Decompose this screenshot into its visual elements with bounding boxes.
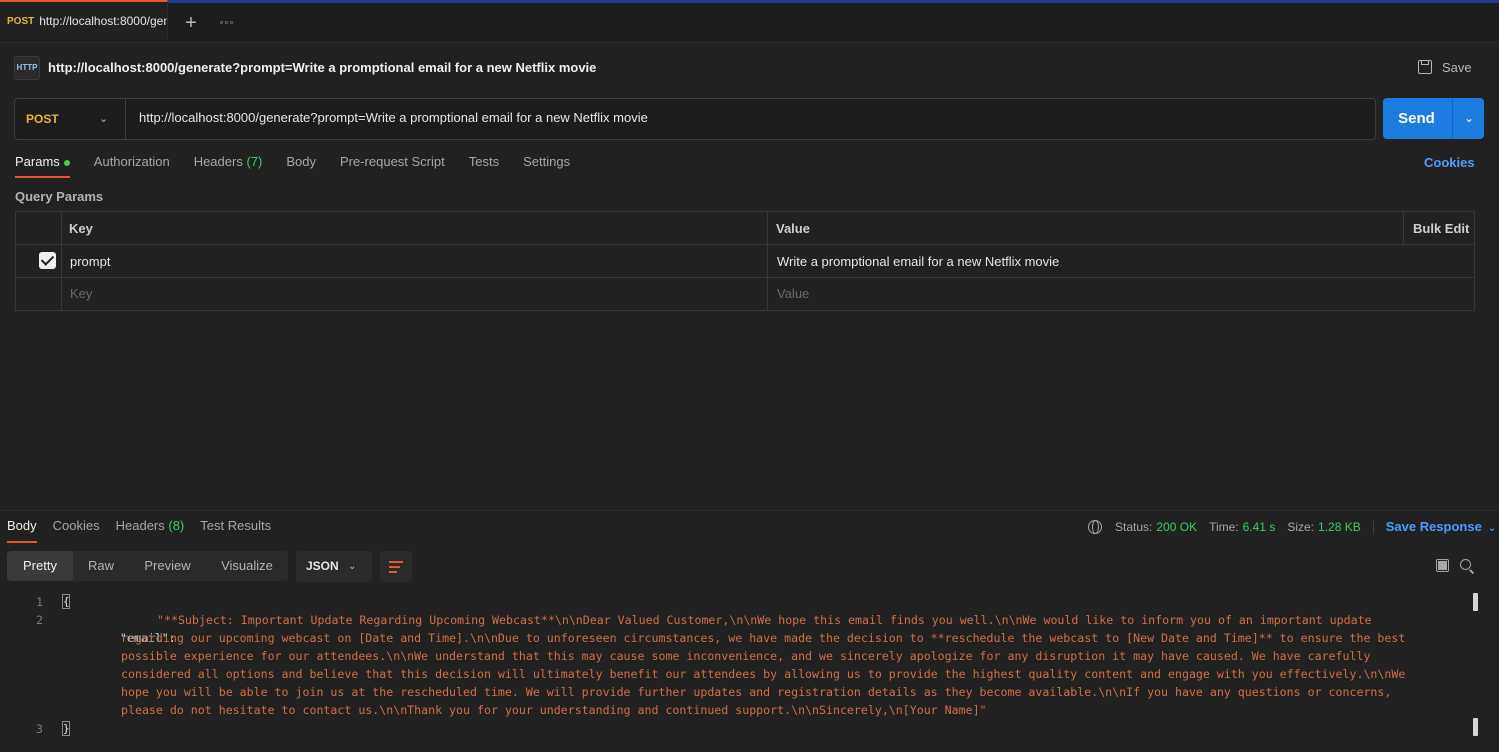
scrollbar-thumb[interactable] bbox=[1473, 718, 1478, 736]
tab-settings[interactable]: Settings bbox=[523, 152, 570, 178]
cookies-link[interactable]: Cookies bbox=[1424, 155, 1475, 170]
response-tab-test-results[interactable]: Test Results bbox=[200, 516, 271, 543]
view-raw[interactable]: Raw bbox=[73, 551, 129, 581]
line-number: 3 bbox=[36, 722, 43, 736]
close-brace[interactable]: } bbox=[62, 721, 70, 736]
new-tab-button[interactable]: + bbox=[180, 9, 202, 37]
scrollbar-thumb[interactable] bbox=[1473, 593, 1478, 611]
json-value-line: considered all options and believe that … bbox=[121, 667, 1406, 681]
tab-params[interactable]: Params bbox=[15, 152, 70, 178]
url-bar: POST ⌄ http://localhost:8000/generate?pr… bbox=[14, 98, 1376, 140]
response-tabs: Body Cookies Headers (8) Test Results bbox=[7, 516, 287, 544]
format-label: JSON bbox=[306, 559, 339, 573]
line-number: 2 bbox=[36, 613, 43, 627]
param-checkbox[interactable] bbox=[39, 252, 56, 269]
response-status-bar: Status: 200 OK Time: 6.41 s Size: 1.28 K… bbox=[1088, 519, 1496, 534]
response-tab-headers[interactable]: Headers (8) bbox=[116, 516, 185, 543]
send-label: Send bbox=[1398, 110, 1435, 127]
view-visualize[interactable]: Visualize bbox=[206, 551, 288, 581]
open-brace[interactable]: { bbox=[62, 594, 70, 609]
url-input[interactable]: http://localhost:8000/generate?prompt=Wr… bbox=[139, 110, 1339, 125]
tab-method: POST bbox=[7, 15, 35, 27]
copy-icon[interactable] bbox=[1436, 559, 1449, 572]
view-mode-selector: Pretty Raw Preview Visualize bbox=[7, 551, 288, 581]
bulk-edit-button[interactable]: Bulk Edit bbox=[1413, 221, 1469, 236]
json-value-line: hope you will be able to join us at the … bbox=[121, 685, 1392, 699]
tab-url: http://localhost:8000/generate?prompt=Wr… bbox=[39, 14, 167, 28]
tab-authorization[interactable]: Authorization bbox=[94, 152, 170, 178]
value-input[interactable]: Value bbox=[777, 286, 809, 301]
query-params-title: Query Params bbox=[15, 189, 104, 204]
method-select[interactable]: POST ⌄ bbox=[15, 99, 126, 139]
json-value-line: please do not hesitate to contact us.\n\… bbox=[121, 703, 987, 717]
value-header: Value bbox=[776, 221, 810, 236]
table-row-empty: Key Value bbox=[16, 278, 1474, 310]
time-value[interactable]: 6.41 s bbox=[1243, 520, 1276, 534]
response-tab-cookies[interactable]: Cookies bbox=[53, 516, 100, 543]
view-pretty[interactable]: Pretty bbox=[7, 551, 73, 581]
save-response-button[interactable]: Save Response ⌄ bbox=[1386, 519, 1497, 534]
key-header: Key bbox=[69, 221, 93, 236]
http-icon: HTTP bbox=[14, 56, 40, 80]
method-label: POST bbox=[26, 112, 59, 126]
param-key[interactable]: prompt bbox=[70, 254, 110, 269]
save-label: Save bbox=[1442, 59, 1472, 75]
params-indicator-dot bbox=[63, 159, 70, 166]
status-value[interactable]: 200 OK bbox=[1156, 520, 1197, 534]
tab-body[interactable]: Body bbox=[286, 152, 316, 178]
request-tab[interactable]: POST http://localhost:8000/generate?prom… bbox=[0, 0, 168, 40]
response-tab-body[interactable]: Body bbox=[7, 516, 37, 543]
chevron-down-icon: ⌄ bbox=[348, 561, 357, 572]
key-input[interactable]: Key bbox=[70, 286, 92, 301]
search-icon[interactable] bbox=[1460, 559, 1471, 570]
tab-tests[interactable]: Tests bbox=[469, 152, 499, 178]
tab-pre-request-script[interactable]: Pre-request Script bbox=[340, 152, 445, 178]
save-icon bbox=[1418, 60, 1432, 74]
globe-icon[interactable] bbox=[1088, 519, 1102, 534]
chevron-down-icon: ⌄ bbox=[99, 113, 109, 125]
view-preview[interactable]: Preview bbox=[129, 551, 206, 581]
more-icon[interactable]: ◦◦◦ bbox=[216, 9, 238, 37]
json-value-line: possible experience for our attendees.\n… bbox=[121, 649, 1371, 663]
save-button[interactable]: Save bbox=[1410, 52, 1472, 82]
request-title[interactable]: http://localhost:8000/generate?prompt=Wr… bbox=[48, 60, 596, 75]
table-row: prompt Write a promptional email for a n… bbox=[16, 245, 1474, 278]
line-number: 1 bbox=[36, 595, 43, 609]
query-params-table: Key Value Bulk Edit prompt Write a promp… bbox=[15, 211, 1475, 311]
chevron-down-icon: ⌄ bbox=[1487, 523, 1497, 534]
wrap-lines-button[interactable] bbox=[380, 551, 412, 582]
table-header: Key Value Bulk Edit bbox=[16, 212, 1474, 245]
param-value[interactable]: Write a promptional email for a new Netf… bbox=[777, 254, 1059, 269]
send-dropdown-icon[interactable]: ⌄ bbox=[1454, 98, 1484, 139]
size-value[interactable]: 1.28 KB bbox=[1318, 520, 1361, 534]
request-tabs: Params Authorization Headers (7) Body Pr… bbox=[15, 152, 594, 180]
tab-bar: POST http://localhost:8000/generate?prom… bbox=[0, 0, 1499, 43]
format-select[interactable]: JSON ⌄ bbox=[296, 551, 372, 582]
send-button[interactable]: Send ⌄ bbox=[1383, 98, 1484, 139]
json-value-line: "**Subject: Important Update Regarding U… bbox=[157, 613, 1372, 627]
response-divider[interactable] bbox=[0, 510, 1499, 511]
tab-headers[interactable]: Headers (7) bbox=[194, 152, 263, 178]
json-value-line: regarding our upcoming webcast on [Date … bbox=[121, 631, 1406, 645]
